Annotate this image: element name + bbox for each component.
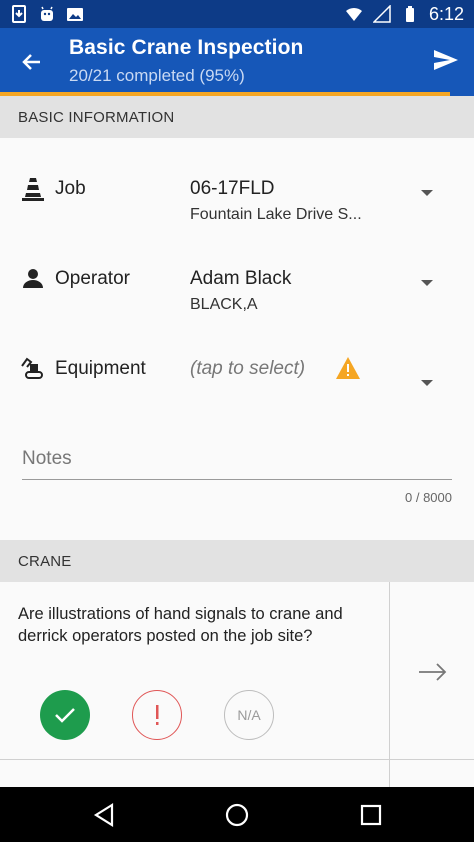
crane-question-card: Are illustrations of hand signals to cra… — [0, 582, 474, 787]
answer-no-button[interactable] — [132, 690, 182, 740]
status-time: 6:12 — [428, 3, 464, 24]
warning-icon — [336, 357, 360, 379]
operator-label: Operator — [55, 268, 130, 289]
job-label: Job — [55, 178, 86, 199]
job-description: Fountain Lake Drive S... — [190, 206, 362, 223]
check-icon — [55, 708, 75, 723]
operator-field[interactable]: Operator Adam Black BLACK,A — [0, 266, 474, 336]
question-text: Are illustrations of hand signals to cra… — [18, 605, 343, 645]
section-header-crane: CRANE — [0, 540, 474, 582]
answer-na-button[interactable]: N/A — [224, 690, 274, 740]
answer-yes-button[interactable] — [40, 690, 90, 740]
chevron-down-icon[interactable] — [421, 190, 433, 196]
equipment-label: Equipment — [55, 358, 146, 379]
vertical-divider — [389, 582, 390, 787]
sim-download-icon — [12, 5, 26, 23]
home-circle-icon[interactable] — [223, 801, 251, 829]
page-title: Basic Crane Inspection — [69, 36, 304, 59]
app-bar: Basic Crane Inspection 20/21 completed (… — [0, 28, 474, 94]
recents-square-icon[interactable] — [357, 801, 385, 829]
exclamation-icon — [156, 705, 159, 725]
back-arrow-icon[interactable] — [18, 48, 46, 76]
status-bar: 6:12 — [0, 0, 474, 28]
signal-icon — [372, 5, 391, 23]
excavator-icon — [21, 357, 43, 379]
back-triangle-icon[interactable] — [90, 801, 118, 829]
operator-value: Adam Black — [190, 268, 292, 289]
traffic-cone-icon — [22, 178, 44, 201]
equipment-field[interactable]: Equipment (tap to select) — [0, 356, 474, 426]
basic-information-form: Job 06-17FLD Fountain Lake Drive S... Op… — [0, 138, 474, 540]
row-divider — [0, 759, 474, 760]
chevron-down-icon[interactable] — [421, 380, 433, 386]
battery-icon — [405, 6, 414, 22]
system-nav-bar — [0, 787, 474, 842]
chevron-down-icon[interactable] — [421, 280, 433, 286]
android-debug-icon — [41, 6, 53, 21]
wifi-icon — [345, 7, 362, 21]
section-header-basic-information: BASIC INFORMATION — [0, 96, 474, 138]
photo-notification-icon — [67, 8, 83, 21]
job-value: 06-17FLD — [190, 178, 275, 199]
completion-status: 20/21 completed (95%) — [69, 66, 245, 85]
next-arrow-icon[interactable] — [417, 656, 449, 688]
notes-field[interactable]: Notes — [22, 448, 452, 480]
equipment-placeholder: (tap to select) — [190, 358, 306, 379]
person-icon — [23, 269, 43, 288]
job-field[interactable]: Job 06-17FLD Fountain Lake Drive S... — [0, 176, 474, 246]
notes-char-counter: 0 / 8000 — [405, 490, 452, 505]
send-icon[interactable] — [432, 46, 460, 74]
operator-code: BLACK,A — [190, 296, 258, 313]
